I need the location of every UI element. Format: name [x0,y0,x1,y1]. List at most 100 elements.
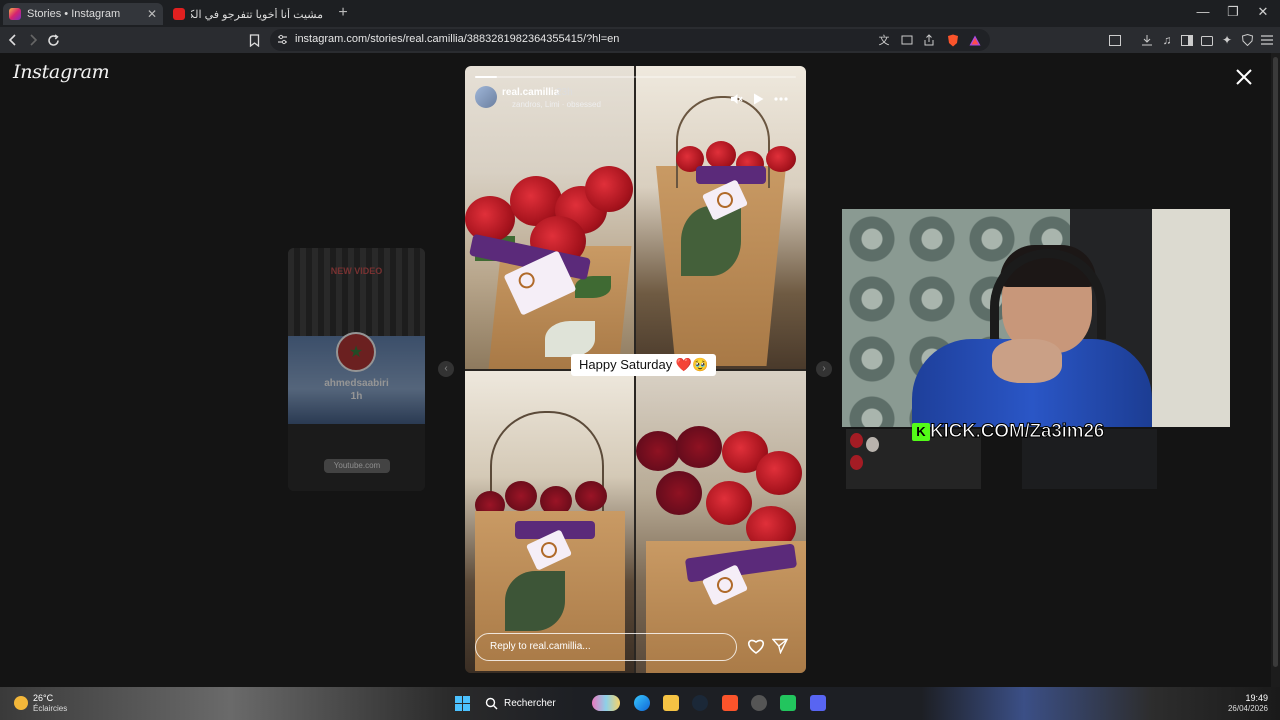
tab-search-icon[interactable] [1107,32,1123,48]
webcam-right-wall [1152,209,1230,427]
mute-button[interactable] [729,92,743,106]
preview-time: 1h [350,391,363,402]
story-viewer[interactable]: real.camillia 23h zandros, Limi · obsess… [465,66,806,673]
brave-browser-icon[interactable] [722,695,738,711]
balloon-icon [866,437,879,452]
story-music-info[interactable]: zandros, Limi · obsessed [512,100,601,109]
close-icon [1236,69,1252,85]
previous-story-preview[interactable]: NEW VIDEO ★ ahmedsaabiri 1h Youtube.com [288,248,425,491]
cast-icon[interactable] [899,32,915,48]
tab-youtube-video[interactable]: مشيت أنا أخويا تتفرجو في الكوكوب 😡 [167,3,329,25]
story-time: 23h [556,87,573,98]
download-icon[interactable] [1139,32,1155,48]
clock-time[interactable]: 19:49 [1238,693,1268,703]
address-bar[interactable]: instagram.com/stories/real.camillia/3883… [270,29,990,51]
close-stories-button[interactable] [1234,67,1254,87]
weather-temperature[interactable]: 26°C [33,693,53,703]
story-username[interactable]: real.camillia [502,87,559,98]
weather-sun-icon[interactable] [14,696,28,710]
android-app-icon[interactable] [780,695,796,711]
search-highlight-icon[interactable] [592,695,620,711]
windows-taskbar: 26°C Éclaircies Rechercher 19:49 26/04/2… [0,687,1280,720]
minimize-window-button[interactable]: — [1188,4,1218,19]
instagram-stories-page: Instagram NEW VIDEO ★ ahmedsaabiri 1h Yo… [0,53,1271,687]
story-progress-bar [475,76,796,78]
start-button[interactable] [455,696,470,711]
restore-window-button[interactable]: ❐ [1218,4,1248,20]
story-photo [636,371,806,673]
steam-icon[interactable] [692,695,708,711]
speaker-icon [730,94,743,104]
clock-date[interactable]: 26/04/2026 [1220,704,1268,713]
previous-story-button[interactable]: ‹ [438,361,454,377]
preview-avatar: ★ [336,332,376,372]
wallet-icon[interactable] [1199,32,1215,48]
sidebar-icon[interactable] [1179,32,1195,48]
windows-logo-icon [455,696,470,711]
more-options-button[interactable] [774,92,788,106]
avatar[interactable] [475,86,497,108]
webcam-hand [992,339,1062,383]
preview-thumbnail-top [288,248,425,336]
balloon-icon [850,433,863,448]
bookmark-button[interactable] [244,30,264,50]
preview-username: ahmedsaabiri [324,378,389,389]
reload-icon [47,33,59,46]
edge-browser-icon[interactable] [634,695,650,711]
url-text[interactable]: instagram.com/stories/real.camillia/3883… [295,33,619,45]
back-button[interactable] [3,30,23,50]
story-caption: Happy Saturday ❤️🥹 [571,354,717,376]
discord-icon[interactable] [810,695,826,711]
translate-icon[interactable]: ⽂ [876,32,892,48]
forward-button[interactable] [23,30,43,50]
new-tab-button[interactable]: + [334,4,352,22]
preview-thumbnail-bottom [288,424,425,491]
youtube-favicon-icon [173,8,185,20]
kick-logo-icon: K [912,423,930,441]
page-scrollbar[interactable] [1271,53,1280,687]
tab-instagram-stories[interactable]: Stories • Instagram ✕ [3,3,163,25]
play-button[interactable] [751,92,765,106]
tab-title: Stories • Instagram [27,8,121,20]
leo-ai-icon[interactable]: ✦ [1219,32,1235,48]
chevron-left-icon: ‹ [444,363,448,374]
star-icon: ★ [348,344,364,361]
story-photo [636,66,806,369]
brave-shields-icon[interactable] [945,32,961,48]
more-dots-icon [774,97,788,101]
like-button[interactable] [747,638,765,656]
close-tab-icon[interactable]: ✕ [147,7,157,21]
scrollbar-thumb[interactable] [1273,57,1278,667]
file-explorer-icon[interactable] [663,695,679,711]
reply-placeholder: Reply to real.camillia... [490,641,591,652]
bookmark-icon [249,33,259,47]
next-story-button[interactable]: › [816,361,832,377]
reload-button[interactable] [43,30,63,50]
forward-arrow-icon [30,34,38,46]
obs-studio-icon[interactable] [751,695,767,711]
webcam-overlay [842,209,1230,427]
browser-toolbar: instagram.com/stories/real.camillia/3883… [0,27,1280,53]
media-icon[interactable]: ♫ [1159,32,1175,48]
share-button[interactable] [772,638,790,656]
search-icon[interactable] [485,697,499,711]
preview-banner: NEW VIDEO [330,266,383,276]
taskbar-search-box[interactable]: Rechercher [504,698,556,709]
play-icon [753,93,763,105]
tab-title: مشيت أنا أخويا تتفرجو في الكوكوب 😡 [191,8,323,21]
story-photo [465,371,634,673]
share-icon[interactable] [921,32,937,48]
brave-rewards-icon[interactable] [967,32,983,48]
back-arrow-icon [8,34,16,46]
reply-input[interactable]: Reply to real.camillia... [475,633,737,661]
menu-icon[interactable] [1259,32,1275,48]
close-window-button[interactable]: ✕ [1248,4,1278,20]
story-progress-fill [475,76,498,78]
instagram-logo[interactable]: Instagram [13,61,110,83]
site-settings-icon [278,34,287,45]
balloon-icon [850,455,863,470]
chevron-right-icon: › [822,363,826,374]
vpn-shield-icon[interactable] [1239,32,1255,48]
preview-source-link[interactable]: Youtube.com [324,459,390,473]
weather-description[interactable]: Éclaircies [33,704,67,713]
